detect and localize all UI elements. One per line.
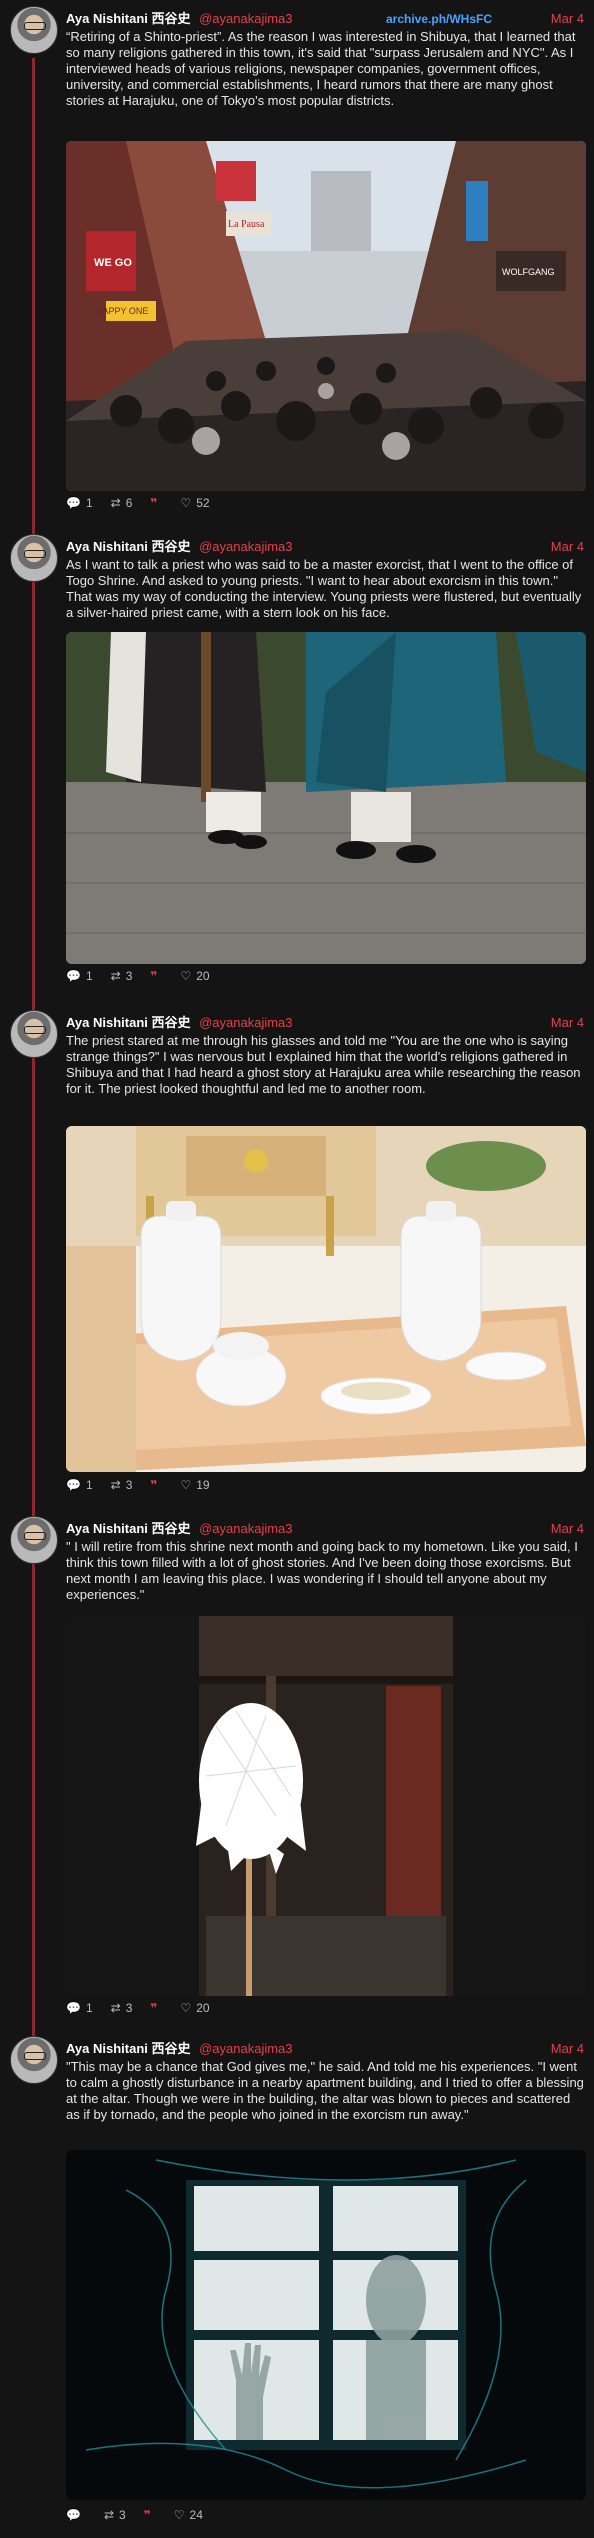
tweet-actions: 💬 1 ⇄ 6 ❞ ♡ 52 bbox=[66, 494, 228, 512]
tweet-text: The priest stared at me through his glas… bbox=[66, 1033, 581, 1096]
tweet-date[interactable]: Mar 4 bbox=[551, 2039, 584, 2059]
like-button[interactable]: ♡ 20 bbox=[180, 2001, 209, 2015]
author-name[interactable]: Aya Nishitani 西谷史 bbox=[66, 539, 190, 554]
author-name[interactable]: Aya Nishitani 西谷史 bbox=[66, 1015, 190, 1030]
retweet-icon: ⇄ bbox=[103, 2508, 115, 2522]
retweet-icon: ⇄ bbox=[110, 2001, 121, 2015]
shop-sign-1: WE GO bbox=[94, 257, 132, 269]
tweet-date[interactable]: Mar 4 bbox=[551, 1013, 584, 1033]
heart-icon: ♡ bbox=[173, 2508, 185, 2522]
author-avatar[interactable] bbox=[10, 2036, 58, 2084]
retweet-icon: ⇄ bbox=[110, 1478, 121, 1492]
author-handle[interactable]: @ayanakajima3 bbox=[199, 2041, 292, 2056]
reply-button[interactable]: 💬 bbox=[66, 2509, 86, 2521]
tweet-image-haraegushi[interactable] bbox=[66, 1616, 586, 1996]
tweet-2[interactable]: Aya Nishitani 西谷史 @ayanakajima3 Mar 4 As… bbox=[0, 534, 594, 1004]
quote-button[interactable]: ❞ bbox=[150, 2002, 162, 2014]
author-avatar[interactable] bbox=[10, 6, 58, 54]
quote-button[interactable]: ❞ bbox=[150, 970, 162, 982]
archive-link[interactable]: archive.ph/WHsFC bbox=[386, 9, 492, 29]
tweet-text: " I will retire from this shrine next mo… bbox=[66, 1539, 578, 1602]
heart-icon: ♡ bbox=[180, 2001, 192, 2015]
retweet-button[interactable]: ⇄ 6 bbox=[111, 496, 133, 510]
tweet-thread: Aya Nishitani 西谷史 @ayanakajima3 archive.… bbox=[0, 0, 594, 2538]
heart-icon: ♡ bbox=[180, 1478, 192, 1492]
reply-icon: 💬 bbox=[66, 496, 81, 510]
retweet-button[interactable]: ⇄ 3 bbox=[104, 2508, 126, 2522]
tweet-image-priests-walking[interactable] bbox=[66, 632, 586, 964]
tweet-text: “Retiring of a Shinto-priest”. As the re… bbox=[66, 29, 576, 108]
quote-icon: ❞ bbox=[150, 2001, 158, 2015]
shop-sign-4: WOLFGANG bbox=[502, 267, 555, 277]
tweet-date[interactable]: Mar 4 bbox=[551, 1519, 584, 1539]
reply-icon: 💬 bbox=[66, 1478, 81, 1492]
author-avatar[interactable] bbox=[10, 534, 58, 582]
tweet-date[interactable]: Mar 4 bbox=[551, 9, 584, 29]
author-name[interactable]: Aya Nishitani 西谷史 bbox=[66, 2041, 190, 2056]
reply-button[interactable]: 💬 1 bbox=[66, 969, 93, 983]
tweet-4[interactable]: Aya Nishitani 西谷史 @ayanakajima3 Mar 4 " … bbox=[0, 1516, 594, 2020]
like-button[interactable]: ♡ 52 bbox=[180, 496, 209, 510]
like-button[interactable]: ♡ 19 bbox=[180, 1478, 209, 1492]
heart-icon: ♡ bbox=[180, 969, 192, 983]
tweet-actions: 💬 1 ⇄ 3 ❞ ♡ 20 bbox=[66, 1999, 228, 2017]
retweet-icon: ⇄ bbox=[110, 496, 121, 510]
tweet-header: Aya Nishitani 西谷史 @ayanakajima3 Mar 4 bbox=[66, 1519, 584, 1539]
quote-icon: ❞ bbox=[150, 969, 158, 983]
shop-sign-2: HAPPY ONE bbox=[96, 306, 148, 316]
author-handle[interactable]: @ayanakajima3 bbox=[199, 1521, 292, 1536]
tweet-header: Aya Nishitani 西谷史 @ayanakajima3 archive.… bbox=[66, 9, 584, 29]
quote-button[interactable]: ❞ bbox=[150, 1479, 162, 1491]
tweet-image-harajuku-street[interactable]: WE GO HAPPY ONE La Pausa WOLFGANG bbox=[66, 141, 586, 491]
author-handle[interactable]: @ayanakajima3 bbox=[199, 11, 292, 26]
retweet-icon: ⇄ bbox=[110, 969, 121, 983]
quote-icon: ❞ bbox=[150, 1478, 158, 1492]
quote-button[interactable]: ❞ bbox=[150, 497, 162, 509]
tweet-date[interactable]: Mar 4 bbox=[551, 537, 584, 557]
reply-button[interactable]: 💬 1 bbox=[66, 2001, 93, 2015]
author-handle[interactable]: @ayanakajima3 bbox=[199, 1015, 292, 1030]
tweet-actions: 💬 1 ⇄ 3 ❞ ♡ 20 bbox=[66, 967, 228, 985]
quote-icon: ❞ bbox=[150, 496, 158, 510]
retweet-button[interactable]: ⇄ 3 bbox=[111, 1478, 133, 1492]
quote-button[interactable]: ❞ bbox=[144, 2509, 156, 2521]
retweet-button[interactable]: ⇄ 3 bbox=[111, 969, 133, 983]
tweet-header: Aya Nishitani 西谷史 @ayanakajima3 Mar 4 bbox=[66, 537, 584, 557]
heart-icon: ♡ bbox=[180, 496, 192, 510]
tweet-image-shrine-offerings[interactable] bbox=[66, 1126, 586, 1472]
author-avatar[interactable] bbox=[10, 1516, 58, 1564]
tweet-5[interactable]: Aya Nishitani 西谷史 @ayanakajima3 Mar 4 "T… bbox=[0, 2036, 594, 2536]
reply-icon: 💬 bbox=[66, 2508, 81, 2522]
author-name[interactable]: Aya Nishitani 西谷史 bbox=[66, 1521, 190, 1536]
reply-button[interactable]: 💬 1 bbox=[66, 1478, 93, 1492]
tweet-header: Aya Nishitani 西谷史 @ayanakajima3 Mar 4 bbox=[66, 1013, 584, 1033]
reply-icon: 💬 bbox=[66, 969, 81, 983]
retweet-button[interactable]: ⇄ 3 bbox=[111, 2001, 133, 2015]
reply-icon: 💬 bbox=[66, 2001, 81, 2015]
author-name[interactable]: Aya Nishitani 西谷史 bbox=[66, 11, 190, 26]
author-avatar[interactable] bbox=[10, 1010, 58, 1058]
like-button[interactable]: ♡ 20 bbox=[180, 969, 209, 983]
tweet-actions: 💬 ⇄ 3 ❞ ♡ 24 bbox=[66, 2506, 221, 2524]
tweet-image-ghost-window[interactable] bbox=[66, 2150, 586, 2500]
tweet-3[interactable]: Aya Nishitani 西谷史 @ayanakajima3 Mar 4 Th… bbox=[0, 1010, 594, 1510]
tweet-text: As I want to talk a priest who was said … bbox=[66, 557, 582, 620]
tweet-actions: 💬 1 ⇄ 3 ❞ ♡ 19 bbox=[66, 1476, 228, 1494]
reply-button[interactable]: 💬 1 bbox=[66, 496, 93, 510]
like-button[interactable]: ♡ 24 bbox=[174, 2508, 203, 2522]
shop-sign-3: La Pausa bbox=[228, 219, 265, 230]
quote-icon: ❞ bbox=[143, 2508, 151, 2522]
tweet-header: Aya Nishitani 西谷史 @ayanakajima3 Mar 4 bbox=[66, 2039, 584, 2059]
tweet-1[interactable]: Aya Nishitani 西谷史 @ayanakajima3 archive.… bbox=[0, 6, 594, 516]
author-handle[interactable]: @ayanakajima3 bbox=[199, 539, 292, 554]
tweet-text: "This may be a chance that God gives me,… bbox=[66, 2059, 584, 2122]
